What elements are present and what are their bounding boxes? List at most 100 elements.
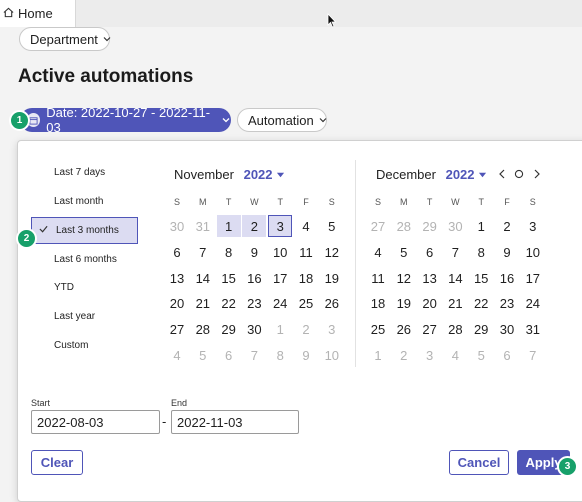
- automation-filter[interactable]: Automation: [237, 108, 327, 132]
- calendar-day[interactable]: 4: [294, 215, 318, 237]
- calendar-day[interactable]: 18: [366, 292, 390, 314]
- calendar-day[interactable]: 11: [366, 267, 390, 289]
- calendar-day[interactable]: 26: [392, 318, 416, 340]
- chevron-left-icon[interactable]: [498, 168, 506, 182]
- calendar-day[interactable]: 3: [521, 215, 545, 237]
- calendar-day[interactable]: 21: [443, 292, 467, 314]
- tab-home[interactable]: Home: [0, 0, 76, 27]
- calendar-day[interactable]: 28: [392, 215, 416, 237]
- calendar-day[interactable]: 9: [294, 344, 318, 366]
- calendar-day[interactable]: 29: [217, 318, 241, 340]
- calendar-day[interactable]: 25: [294, 292, 318, 314]
- calendar-day[interactable]: 19: [320, 267, 344, 289]
- year-select[interactable]: 2022: [446, 167, 488, 182]
- today-circle-icon[interactable]: [514, 168, 524, 182]
- department-filter[interactable]: Department: [19, 27, 111, 51]
- preset-item[interactable]: YTD: [54, 282, 74, 293]
- calendar-day[interactable]: 8: [217, 241, 241, 263]
- calendar-day[interactable]: 9: [495, 241, 519, 263]
- end-date-input[interactable]: 2022-11-03: [171, 410, 299, 434]
- calendar-day[interactable]: 12: [320, 241, 344, 263]
- calendar-day[interactable]: 10: [320, 344, 344, 366]
- calendar-day[interactable]: 21: [191, 292, 215, 314]
- calendar-day[interactable]: 23: [242, 292, 266, 314]
- calendar-day[interactable]: 12: [392, 267, 416, 289]
- calendar-day[interactable]: 27: [165, 318, 189, 340]
- calendar-day[interactable]: 5: [392, 241, 416, 263]
- calendar-day[interactable]: 4: [443, 344, 467, 366]
- calendar-day[interactable]: 15: [469, 267, 493, 289]
- calendar-day[interactable]: 26: [320, 292, 344, 314]
- calendar-day-selected[interactable]: 3: [268, 215, 293, 237]
- calendar-day[interactable]: 16: [242, 267, 266, 289]
- calendar-day[interactable]: 22: [217, 292, 241, 314]
- calendar-day[interactable]: 4: [366, 241, 390, 263]
- preset-item[interactable]: Custom: [54, 340, 88, 351]
- calendar-day[interactable]: 11: [294, 241, 318, 263]
- calendar-day[interactable]: 24: [268, 292, 292, 314]
- calendar-day[interactable]: 27: [366, 215, 390, 237]
- calendar-day[interactable]: 31: [191, 215, 215, 237]
- calendar-day[interactable]: 23: [495, 292, 519, 314]
- calendar-day[interactable]: 3: [320, 318, 344, 340]
- calendar-day[interactable]: 17: [521, 267, 545, 289]
- preset-item[interactable]: Last 6 months: [54, 254, 117, 265]
- calendar-day[interactable]: 24: [521, 292, 545, 314]
- preset-item[interactable]: Last month: [54, 196, 103, 207]
- calendar-day[interactable]: 27: [418, 318, 442, 340]
- preset-item-selected[interactable]: Last 3 months: [31, 217, 138, 244]
- calendar-day[interactable]: 22: [469, 292, 493, 314]
- calendar-day[interactable]: 14: [191, 267, 215, 289]
- calendar-day[interactable]: 7: [521, 344, 545, 366]
- calendar-day[interactable]: 14: [443, 267, 467, 289]
- calendar-day[interactable]: 30: [443, 215, 467, 237]
- calendar-day[interactable]: 17: [268, 267, 292, 289]
- calendar-day[interactable]: 30: [242, 318, 266, 340]
- calendar-day[interactable]: 6: [418, 241, 442, 263]
- calendar-day[interactable]: 3: [418, 344, 442, 366]
- calendar-day[interactable]: 10: [268, 241, 292, 263]
- calendar-day[interactable]: 25: [366, 318, 390, 340]
- calendar-day[interactable]: 30: [495, 318, 519, 340]
- calendar-day[interactable]: 20: [165, 292, 189, 314]
- calendar-day[interactable]: 8: [268, 344, 292, 366]
- calendar-day[interactable]: 6: [165, 241, 189, 263]
- calendar-day[interactable]: 1: [366, 344, 390, 366]
- calendar-day[interactable]: 7: [191, 241, 215, 263]
- calendar-day[interactable]: 9: [242, 241, 266, 263]
- calendar-day[interactable]: 7: [443, 241, 467, 263]
- calendar-day[interactable]: 6: [495, 344, 519, 366]
- year-select[interactable]: 2022: [244, 167, 286, 182]
- calendar-day[interactable]: 28: [191, 318, 215, 340]
- calendar-day[interactable]: 1: [268, 318, 292, 340]
- calendar-day[interactable]: 15: [217, 267, 241, 289]
- calendar-day[interactable]: 29: [469, 318, 493, 340]
- start-date-input[interactable]: 2022-08-03: [31, 410, 160, 434]
- calendar-day[interactable]: 7: [242, 344, 266, 366]
- calendar-day[interactable]: 13: [418, 267, 442, 289]
- calendar-day[interactable]: 16: [495, 267, 519, 289]
- calendar-day[interactable]: 4: [165, 344, 189, 366]
- calendar-day[interactable]: 6: [217, 344, 241, 366]
- calendar-day[interactable]: 5: [191, 344, 215, 366]
- calendar-day[interactable]: 20: [418, 292, 442, 314]
- calendar-day[interactable]: 5: [320, 215, 344, 237]
- calendar-day[interactable]: 13: [165, 267, 189, 289]
- cancel-button[interactable]: Cancel: [449, 450, 509, 475]
- calendar-day[interactable]: 2: [392, 344, 416, 366]
- preset-item[interactable]: Last 7 days: [54, 167, 105, 178]
- calendar-day[interactable]: 5: [469, 344, 493, 366]
- calendar-day[interactable]: 19: [392, 292, 416, 314]
- calendar-day[interactable]: 30: [165, 215, 189, 237]
- calendar-day[interactable]: 2: [242, 215, 267, 237]
- calendar-day[interactable]: 2: [294, 318, 318, 340]
- calendar-day[interactable]: 1: [216, 215, 241, 237]
- date-filter-button[interactable]: Date: 2022-10-27 - 2022-11-03: [20, 105, 231, 135]
- calendar-day[interactable]: 29: [418, 215, 442, 237]
- preset-item[interactable]: Last year: [54, 311, 95, 322]
- calendar-day[interactable]: 10: [521, 241, 545, 263]
- clear-button[interactable]: Clear: [31, 450, 83, 475]
- calendar-day[interactable]: 8: [469, 241, 493, 263]
- chevron-right-icon[interactable]: [533, 168, 541, 182]
- calendar-day[interactable]: 2: [495, 215, 519, 237]
